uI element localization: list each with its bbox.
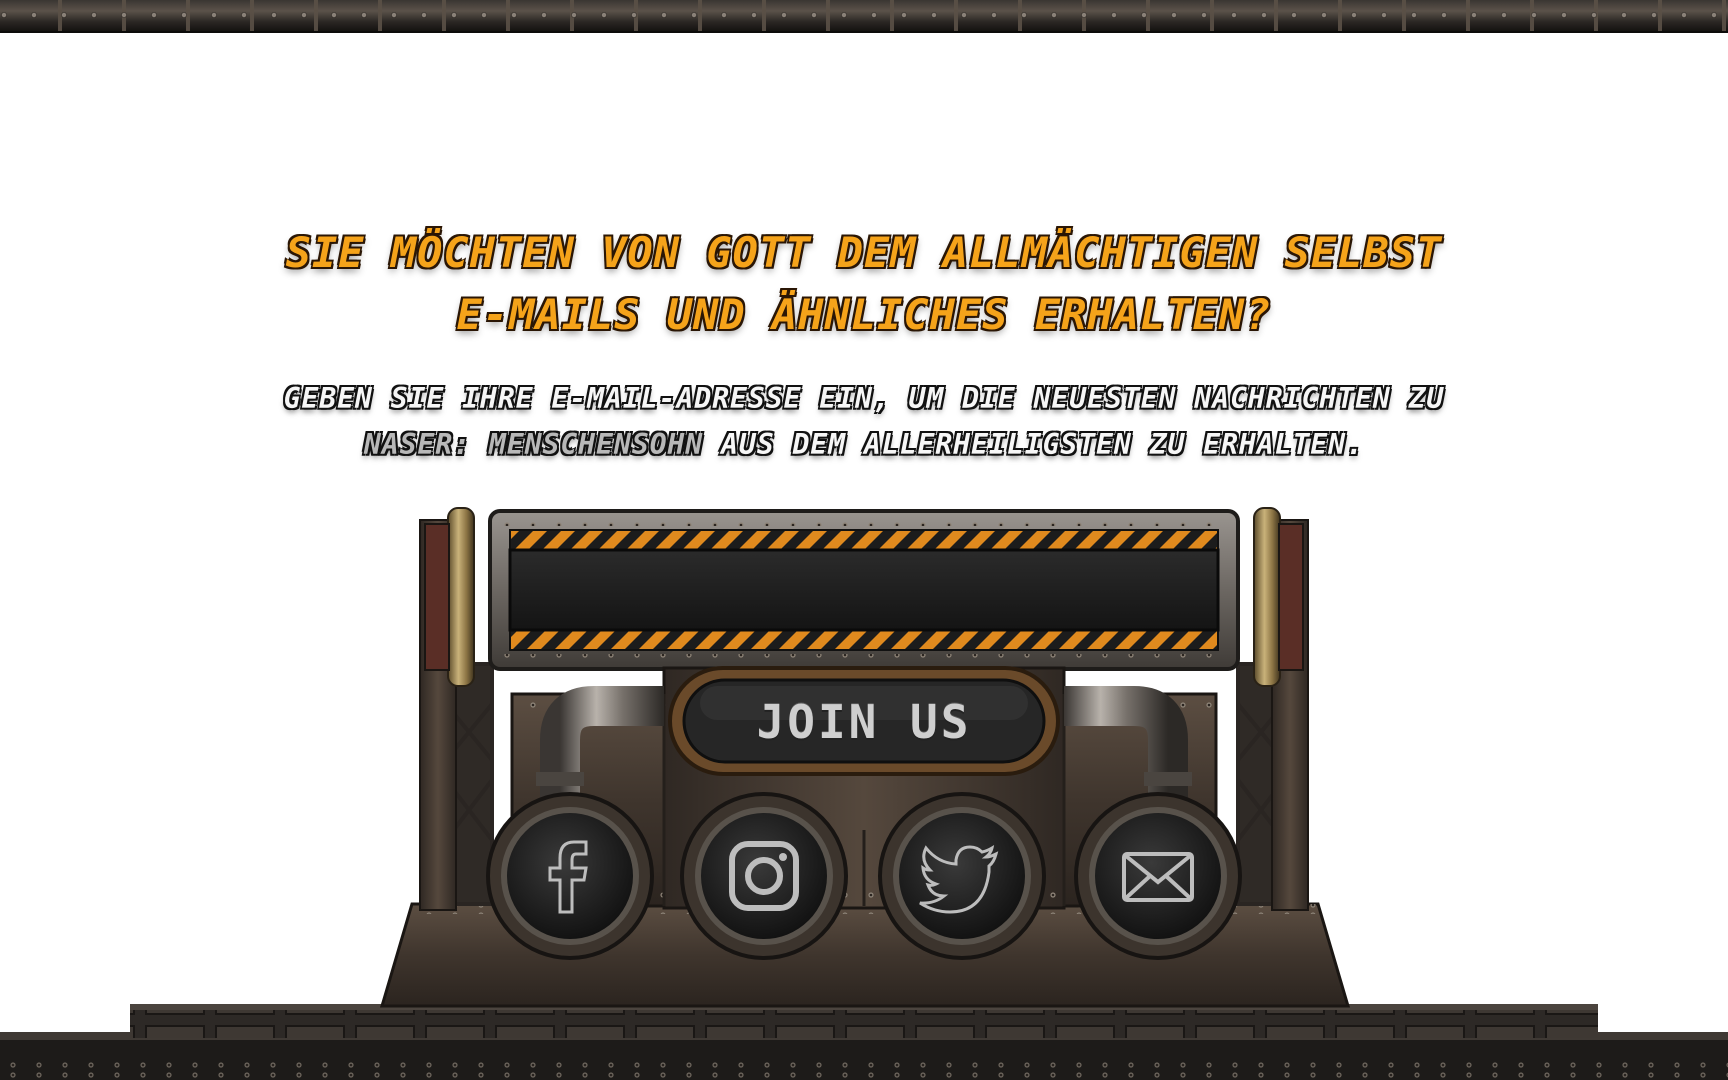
mail-icon: [1122, 852, 1194, 902]
instagram-button[interactable]: [694, 806, 834, 946]
facebook-icon: [548, 840, 588, 914]
twitter-icon: [919, 844, 999, 914]
email-button[interactable]: [1088, 806, 1228, 946]
twitter-button[interactable]: [892, 806, 1032, 946]
steampunk-machine: [0, 507, 1728, 1080]
facebook-button[interactable]: [500, 806, 640, 946]
join-us-button[interactable]: JOIN US: [692, 682, 1036, 762]
instagram-icon: [729, 841, 799, 911]
email-input[interactable]: [512, 549, 1216, 613]
